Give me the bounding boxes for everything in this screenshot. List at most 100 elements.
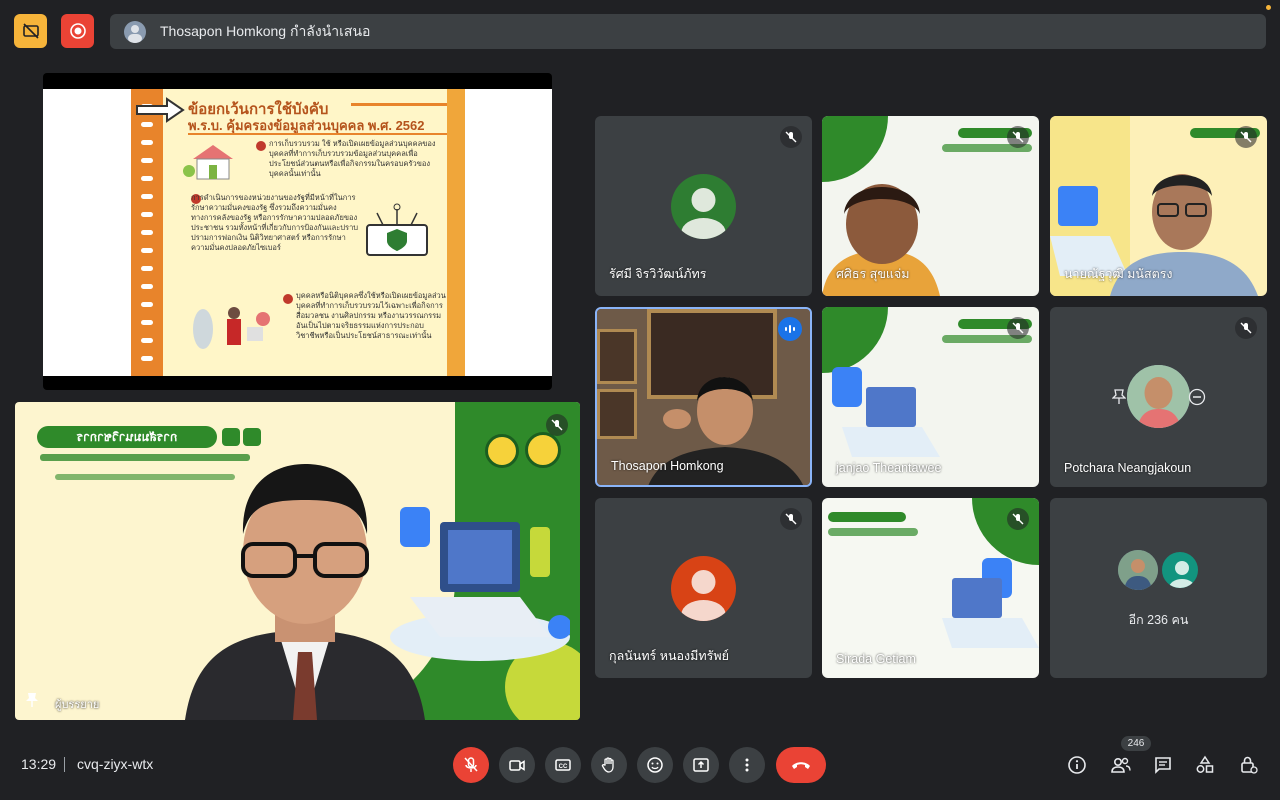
mic-off-icon xyxy=(1012,322,1024,334)
mic-off-icon xyxy=(464,757,478,772)
seminar-banner: การสัมมนาวิชาการ xyxy=(37,426,217,448)
mute-indicator xyxy=(546,414,568,436)
participant-tile[interactable]: นายณัฐวุฒิ มนัสตรง xyxy=(1050,116,1267,296)
participant-name: Sirada Getiam xyxy=(836,652,916,666)
artist-illustration xyxy=(193,307,270,349)
speaker-tile[interactable]: การสัมมนาวิชาการ ผู้บรรยาย xyxy=(15,402,580,720)
reactions-button[interactable] xyxy=(637,747,673,783)
mic-off-icon xyxy=(1012,513,1024,525)
hand-icon xyxy=(601,757,614,773)
participant-tile[interactable]: กุลนันทร์ หนองมีทรัพย์ xyxy=(595,498,812,678)
speaker-video xyxy=(185,464,425,720)
mute-indicator xyxy=(1235,317,1257,339)
presenter-avatar xyxy=(124,20,146,43)
leave-call-button[interactable] xyxy=(776,747,826,783)
meeting-details-button[interactable] xyxy=(1062,750,1092,780)
presenter-text: Thosapon Homkong กำลังนำเสนอ xyxy=(160,22,371,39)
svg-text:CC: CC xyxy=(559,764,568,770)
status-dot xyxy=(1266,5,1271,10)
participant-tile[interactable]: รัศมี จิรวิวัฒน์ภัทร xyxy=(595,116,812,296)
slide-illustration xyxy=(832,367,940,457)
more-options-button[interactable] xyxy=(729,747,765,783)
camera-toggle[interactable] xyxy=(499,747,535,783)
others-count: อีก 236 คน xyxy=(1128,613,1189,627)
emoji-icon xyxy=(647,757,663,773)
activities-icon xyxy=(1196,755,1214,773)
chat-icon xyxy=(1155,757,1171,774)
participant-name: janjao Theantawee xyxy=(836,461,942,475)
info-icon xyxy=(1068,756,1086,774)
mute-indicator xyxy=(1007,317,1029,339)
present-button[interactable] xyxy=(683,747,719,783)
participant-tile-active-speaker[interactable]: Thosapon Homkong xyxy=(595,307,812,487)
mic-off-icon xyxy=(1240,131,1252,143)
record-icon xyxy=(69,23,86,39)
logo-seal xyxy=(525,432,561,468)
point-1-badge xyxy=(256,141,266,151)
slide-point-1: การเก็บรวบรวม ใช้ หรือเปิดเผยข้อมูลส่วนบ… xyxy=(269,139,436,178)
participant-name: Thosapon Homkong xyxy=(611,459,724,473)
present-icon xyxy=(693,758,709,772)
mute-indicator xyxy=(1007,126,1029,148)
meeting-code: cvq-ziyx-wtx xyxy=(77,756,154,772)
slide-point-2: การดำเนินการของหน่วยงานของรัฐที่มีหน้าที… xyxy=(191,193,359,252)
shared-screen[interactable]: ข้อยกเว้นการใช้บังคับ พ.ร.บ. คุ้มครองข้อ… xyxy=(43,73,552,390)
more-icon xyxy=(745,758,749,772)
presentation-slide: ข้อยกเว้นการใช้บังคับ พ.ร.บ. คุ้มครองข้อ… xyxy=(43,89,552,376)
remove-icon[interactable] xyxy=(1188,388,1206,406)
host-controls-icon xyxy=(1241,756,1258,774)
mic-off-icon xyxy=(785,131,797,143)
participant-name: Potchara Neangjakoun xyxy=(1064,461,1192,475)
avatar xyxy=(1160,550,1200,590)
captions-off-icon xyxy=(22,23,39,39)
camera-icon xyxy=(509,760,525,771)
end-call-icon xyxy=(792,762,810,769)
record-button[interactable] xyxy=(61,14,94,48)
participant-tile[interactable]: janjao Theantawee xyxy=(822,307,1039,487)
chat-button[interactable] xyxy=(1148,750,1178,780)
slide-illustration xyxy=(942,558,1039,648)
slide-point-3: บุคคลหรือนิติบุคคลซึ่งใช้หรือเปิดเผยข้อม… xyxy=(296,291,446,340)
participant-tile[interactable]: Sirada Getiam xyxy=(822,498,1039,678)
captions-button[interactable]: CC xyxy=(545,747,581,783)
pin-icon[interactable] xyxy=(1112,389,1126,405)
mute-indicator xyxy=(780,126,802,148)
microphone-toggle[interactable] xyxy=(453,747,489,783)
security-illustration xyxy=(366,203,428,256)
meeting-time: 13:29 xyxy=(21,756,57,772)
slide-spine xyxy=(131,89,163,376)
mic-off-icon xyxy=(785,513,797,525)
participant-name: กุลนันทร์ หนองมีทรัพย์ xyxy=(609,649,729,663)
arrow-icon xyxy=(136,97,185,123)
raise-hand-button[interactable] xyxy=(591,747,627,783)
participant-count-badge: 246 xyxy=(1121,736,1151,751)
participant-tile[interactable]: Potchara Neangjakoun xyxy=(1050,307,1267,487)
speaking-indicator xyxy=(778,317,802,341)
activities-button[interactable] xyxy=(1190,750,1220,780)
mic-off-icon xyxy=(551,419,563,431)
participant-name: ศศิธร สุขแจ่ม xyxy=(836,267,910,281)
mic-off-icon xyxy=(1012,131,1024,143)
cc-icon: CC xyxy=(555,759,571,771)
participant-name: นายณัฐวุฒิ มนัสตรง xyxy=(1064,267,1173,281)
logo-seal xyxy=(485,434,519,468)
people-button[interactable] xyxy=(1106,750,1136,780)
point-3-badge xyxy=(283,294,293,304)
others-tile[interactable]: อีก 236 คน xyxy=(1050,498,1267,678)
mute-indicator xyxy=(780,508,802,530)
presentation-banner: Thosapon Homkong กำลังนำเสนอ xyxy=(110,14,1266,49)
captions-off-button[interactable] xyxy=(14,14,47,48)
speaking-icon xyxy=(785,325,795,333)
pin-icon[interactable] xyxy=(25,692,39,708)
slide-side-strip xyxy=(447,89,465,376)
participant-tile[interactable]: ศศิธร สุขแจ่ม xyxy=(822,116,1039,296)
host-controls-button[interactable] xyxy=(1233,750,1263,780)
mute-indicator xyxy=(1007,508,1029,530)
participant-name: รัศมี จิรวิวัฒน์ภัทร xyxy=(609,267,707,281)
people-icon xyxy=(1111,757,1131,773)
avatar xyxy=(671,556,736,621)
speaker-name: ผู้บรรยาย xyxy=(55,699,100,711)
mute-indicator xyxy=(1235,126,1257,148)
mic-off-icon xyxy=(1240,322,1252,334)
house-illustration xyxy=(183,145,233,180)
